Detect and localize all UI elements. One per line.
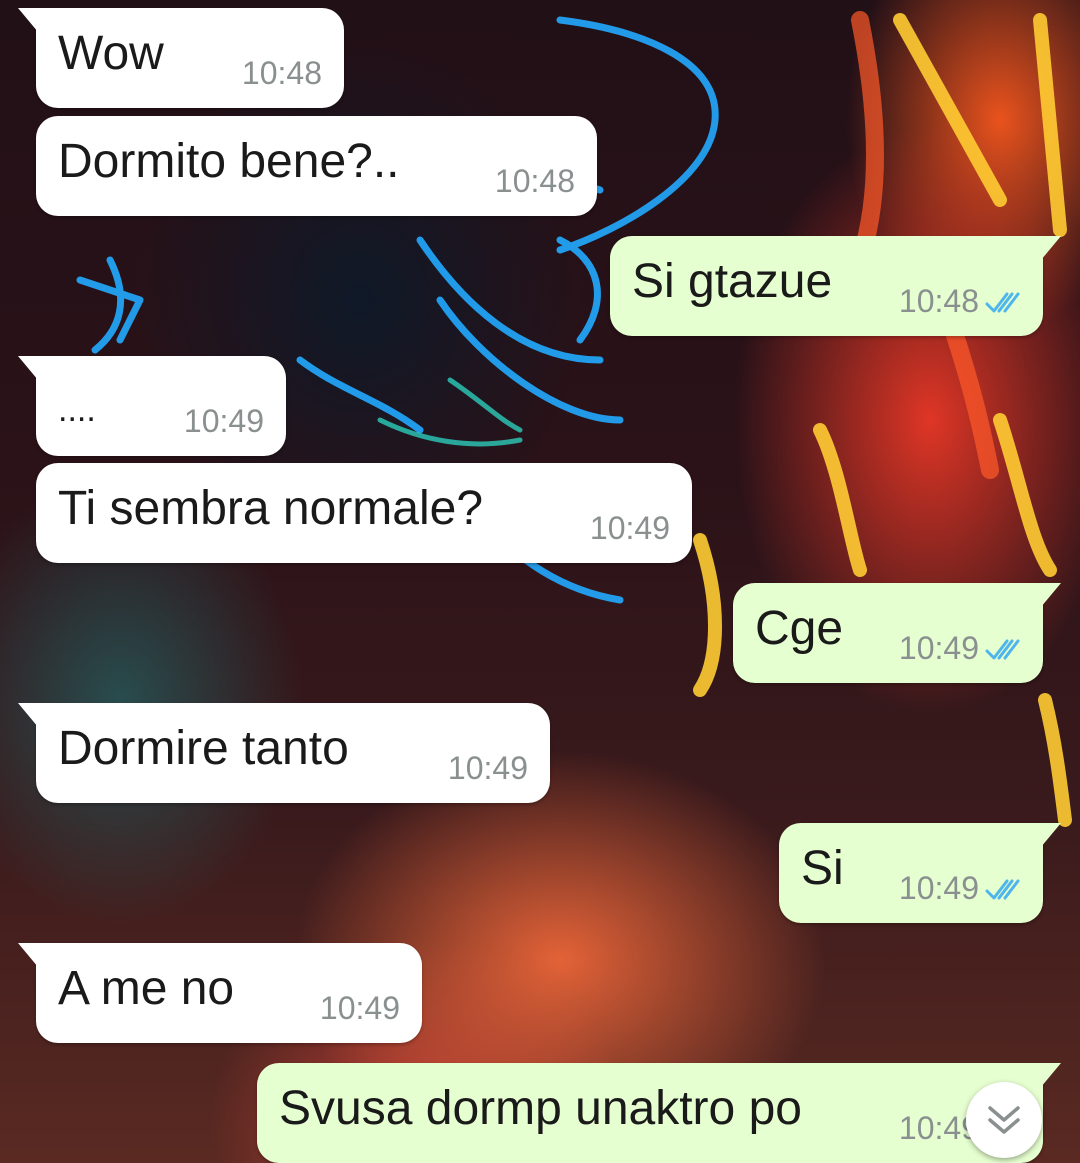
message-time: 10:49 [589, 510, 670, 546]
message-time: 10:48 [494, 163, 575, 199]
message-time: 10:49 [898, 630, 979, 666]
outgoing-message[interactable]: Si gtazue 10:48 [610, 236, 1061, 336]
message-text: Dormito bene?.. [58, 135, 400, 188]
incoming-message[interactable]: A me no 10:49 [18, 943, 422, 1043]
bubble-tail [18, 943, 38, 967]
message-text: .... [58, 391, 96, 429]
message-text: Wow [58, 27, 164, 80]
double-check-icon [985, 639, 1020, 660]
chevron-double-down-icon [988, 1106, 1020, 1134]
message-time: 10:48 [241, 55, 322, 91]
message-time: 10:49 [898, 870, 979, 906]
bubble-tail [18, 356, 38, 380]
message-time: 10:49 [447, 750, 528, 786]
bubble-tail [1041, 236, 1061, 260]
message-time: 10:49 [319, 990, 400, 1026]
message-text: A me no [58, 962, 235, 1015]
bubble-tail [1041, 583, 1061, 607]
message-text: Si gtazue [632, 255, 833, 308]
incoming-message[interactable]: .... 10:49 [18, 356, 286, 456]
message-text: Dormire tanto [58, 722, 349, 775]
message-text: Si [801, 842, 844, 895]
outgoing-message[interactable]: Si 10:49 [779, 823, 1061, 923]
incoming-message[interactable]: Ti sembra normale? 10:49 [36, 463, 692, 563]
outgoing-message[interactable]: Svusa dormp unaktro po 10:49 [257, 1063, 1061, 1163]
incoming-message[interactable]: Wow 10:48 [18, 8, 344, 108]
bubble-tail [1041, 823, 1061, 847]
double-check-icon [985, 879, 1020, 900]
incoming-message[interactable]: Dormito bene?.. 10:48 [36, 116, 597, 216]
scroll-to-bottom-button[interactable] [966, 1082, 1042, 1158]
bubble-tail [18, 8, 38, 32]
message-time: 10:48 [898, 283, 979, 319]
message-time: 10:49 [183, 403, 264, 439]
bubble-tail [1041, 1063, 1061, 1087]
message-text: Ti sembra normale? [58, 482, 484, 535]
message-text: Cge [755, 602, 844, 655]
incoming-message[interactable]: Dormire tanto 10:49 [18, 703, 550, 803]
double-check-icon [985, 292, 1020, 313]
bubble-tail [18, 703, 38, 727]
message-text: Svusa dormp unaktro po [279, 1082, 802, 1135]
outgoing-message[interactable]: Cge 10:49 [733, 583, 1061, 683]
